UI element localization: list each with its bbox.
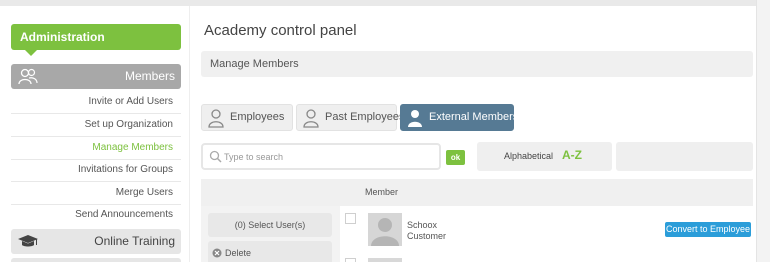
row-checkbox[interactable] <box>345 213 356 224</box>
scrollbar-track[interactable] <box>756 0 770 262</box>
graduation-cap-icon <box>18 235 38 247</box>
search-input[interactable] <box>224 149 414 165</box>
select-users-button[interactable]: (0) Select User(s) <box>208 213 332 237</box>
member-name: Schoox <box>407 220 438 230</box>
members-section-label: Members <box>124 69 175 83</box>
person-icon <box>208 109 224 128</box>
filter-box[interactable] <box>616 142 753 171</box>
members-section-header[interactable]: Members <box>11 64 181 89</box>
divider <box>11 136 181 137</box>
member-role: Customer <box>407 231 447 241</box>
tab-label: Past Employees <box>325 111 405 123</box>
person-icon <box>303 109 319 128</box>
sort-a: A <box>562 148 571 162</box>
convert-to-employee-button[interactable]: Convert to Employee <box>665 222 751 237</box>
tab-past-employees[interactable]: Past Employees <box>296 104 404 131</box>
tab-employees[interactable]: Employees <box>201 104 293 131</box>
table-header: Member <box>201 179 753 206</box>
avatar-placeholder-icon <box>368 213 402 246</box>
next-section-header[interactable] <box>11 258 181 262</box>
delete-button[interactable]: Delete <box>208 241 332 262</box>
tab-label: Employees <box>230 111 285 123</box>
sidebar: Administration Members Invite or Add Use… <box>0 6 190 262</box>
divider <box>11 204 181 205</box>
delete-label: Delete <box>225 248 252 258</box>
online-training-section-header[interactable]: Online Training <box>11 229 181 254</box>
sidebar-item-setup-organization[interactable]: Set up Organization <box>85 119 173 130</box>
person-icon <box>408 110 422 127</box>
search-ok-button[interactable]: ok <box>446 150 465 165</box>
remove-icon <box>212 248 222 258</box>
row-checkbox[interactable] <box>345 258 356 262</box>
divider <box>11 113 181 114</box>
search-icon <box>209 150 222 163</box>
sort-z: Z <box>574 148 583 162</box>
administration-button[interactable]: Administration <box>11 24 181 56</box>
sidebar-item-send-announcements[interactable]: Send Announcements <box>75 209 173 220</box>
divider <box>11 159 181 160</box>
sidebar-item-invitations-groups[interactable]: Invitations for Groups <box>78 164 173 175</box>
search-box: ok <box>201 143 465 170</box>
avatar <box>368 258 402 262</box>
sort-label: Alphabetical <box>504 151 554 161</box>
divider <box>11 181 181 182</box>
member-column-header: Member <box>365 187 399 197</box>
online-training-label: Online Training <box>94 234 175 248</box>
sidebar-item-invite-users[interactable]: Invite or Add Users <box>89 96 173 107</box>
page-title: Academy control panel <box>204 22 357 39</box>
tab-external-members[interactable]: External Members <box>400 104 518 131</box>
tab-label: External Members <box>429 111 519 123</box>
members-icon <box>18 68 38 85</box>
avatar <box>368 213 402 246</box>
sort-alphabetical[interactable]: Alphabetical A-Z <box>477 142 612 171</box>
section-title-bar: Manage Members <box>201 51 753 77</box>
sidebar-item-manage-members[interactable]: Manage Members <box>92 142 173 153</box>
sidebar-item-merge-users[interactable]: Merge Users <box>116 187 173 198</box>
sort-az-toggle[interactable]: A-Z <box>562 148 582 162</box>
